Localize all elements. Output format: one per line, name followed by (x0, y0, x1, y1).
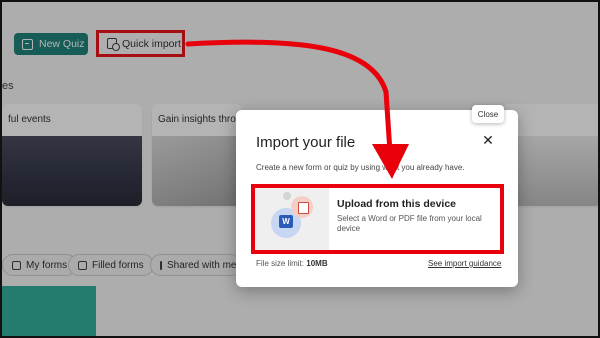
close-tooltip: Close (472, 105, 504, 123)
close-icon[interactable]: ✕ (480, 132, 496, 148)
dialog-description: Create a new form or quiz by using what … (256, 163, 465, 172)
upload-subtitle: Select a Word or PDF file from your loca… (337, 214, 482, 233)
file-size-limit: File size limit: 10MB (256, 259, 328, 268)
word-file-icon: W (279, 215, 293, 228)
dialog-title: Import your file (256, 134, 356, 151)
forms-home-page: New Quiz Quick import es ful events Gain… (2, 2, 598, 336)
pdf-file-icon (298, 202, 309, 214)
file-size-label: File size limit: (256, 259, 305, 268)
upload-title: Upload from this device (337, 198, 457, 210)
import-file-dialog: Import your file ✕ Create a new form or … (236, 110, 518, 287)
decor-dot (283, 192, 291, 200)
upload-illustration: W (255, 188, 329, 250)
import-guidance-link[interactable]: See import guidance (428, 259, 501, 268)
file-size-value: 10MB (306, 259, 328, 268)
upload-from-device-button[interactable]: W Upload from this device Select a Word … (251, 184, 504, 254)
